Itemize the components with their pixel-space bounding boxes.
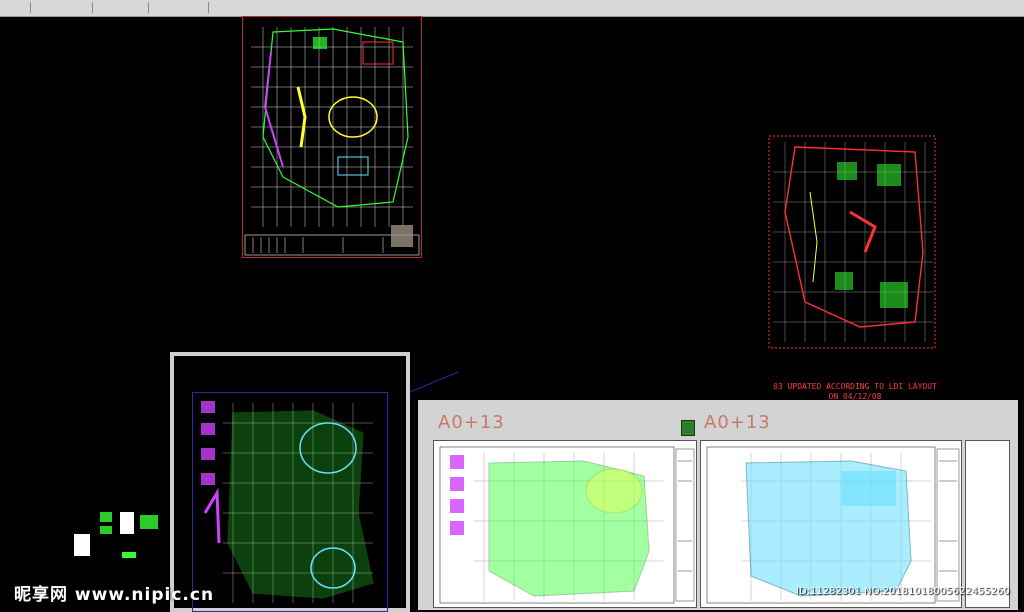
toolbar-cell[interactable] <box>150 2 209 13</box>
paper-sheet-right[interactable] <box>700 440 962 608</box>
revision-note: 03 UPDATED ACCORDING TO LDI LAYOUT ON 04… <box>760 382 950 402</box>
floor-plan-drawing-bottom-left <box>201 401 374 603</box>
revision-note-line1: 03 UPDATED ACCORDING TO LDI LAYOUT <box>773 382 937 391</box>
floor-plan-sheet-right[interactable] <box>765 132 940 352</box>
watermark-site: 昵享网 www.nipic.cn <box>14 585 215 605</box>
sheet-size-label-left: A0+13 <box>438 412 505 433</box>
toolbar-cell[interactable] <box>32 2 93 13</box>
sheet-size-label-right: A0+13 <box>704 412 771 433</box>
floor-plan-sheet-bottom-left[interactable] <box>192 392 388 612</box>
pdf-file-icon[interactable] <box>681 420 695 436</box>
top-toolbar <box>0 0 1024 17</box>
paper-sheet-partial[interactable] <box>965 440 1010 608</box>
toolbar-cell[interactable] <box>2 2 31 13</box>
paper-drawing-left <box>439 446 695 604</box>
paper-drawing-right <box>706 446 960 604</box>
floor-plan-drawing-top <box>244 27 420 256</box>
watermark-id: ID:11282301 NO:20181018005622455260 <box>796 586 1010 597</box>
toolbar-cell[interactable] <box>94 2 149 13</box>
floor-plan-drawing-right <box>768 135 936 349</box>
paper-sheet-left[interactable] <box>433 440 697 608</box>
floor-plan-sheet-top[interactable] <box>242 16 422 258</box>
